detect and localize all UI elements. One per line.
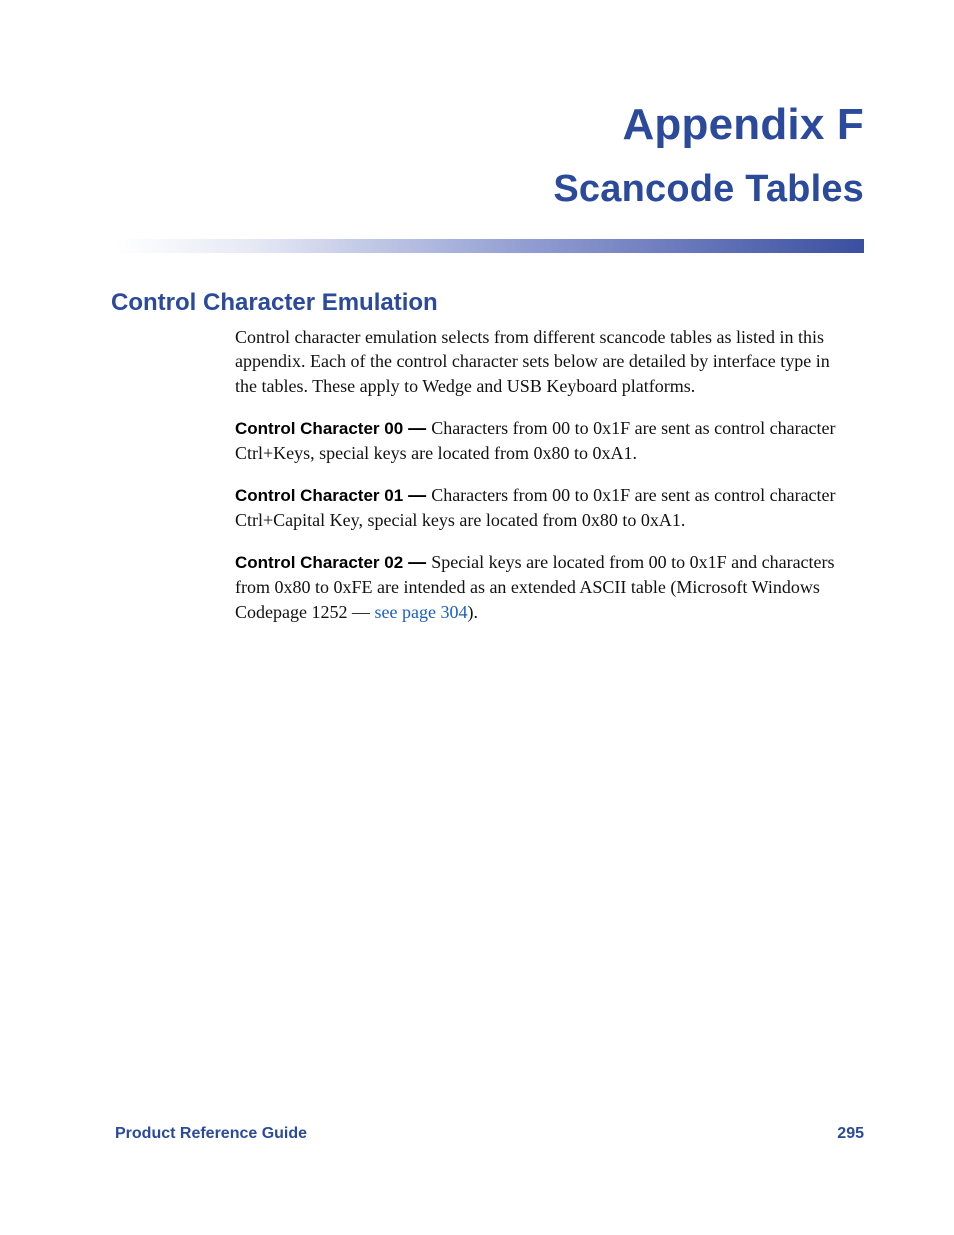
body-block: Control character emulation selects from…: [235, 325, 856, 624]
page: Appendix F Scancode Tables Control Chara…: [0, 0, 954, 1235]
page-number: 295: [837, 1125, 864, 1143]
control-char-01: Control Character 01 — Characters from 0…: [235, 483, 856, 532]
title-block: Appendix F Scancode Tables: [115, 100, 864, 211]
cc02-label: Control Character 02: [235, 553, 403, 572]
cc00-label: Control Character 00: [235, 419, 403, 438]
appendix-title: Appendix F: [115, 100, 864, 150]
cc02-dash: —: [403, 552, 431, 572]
footer-title: Product Reference Guide: [115, 1125, 307, 1143]
subtitle: Scancode Tables: [115, 168, 864, 211]
control-char-02: Control Character 02 — Special keys are …: [235, 550, 856, 624]
gradient-separator: [115, 239, 864, 253]
cc02-text-b: ).: [467, 602, 478, 622]
cc01-label: Control Character 01: [235, 486, 403, 505]
cc00-dash: —: [403, 418, 431, 438]
control-char-00: Control Character 00 — Characters from 0…: [235, 416, 856, 465]
cc01-dash: —: [403, 485, 431, 505]
see-page-link[interactable]: see page 304: [374, 602, 467, 622]
intro-paragraph: Control character emulation selects from…: [235, 325, 856, 398]
footer: Product Reference Guide 295: [115, 1125, 864, 1143]
section-heading: Control Character Emulation: [111, 289, 864, 317]
